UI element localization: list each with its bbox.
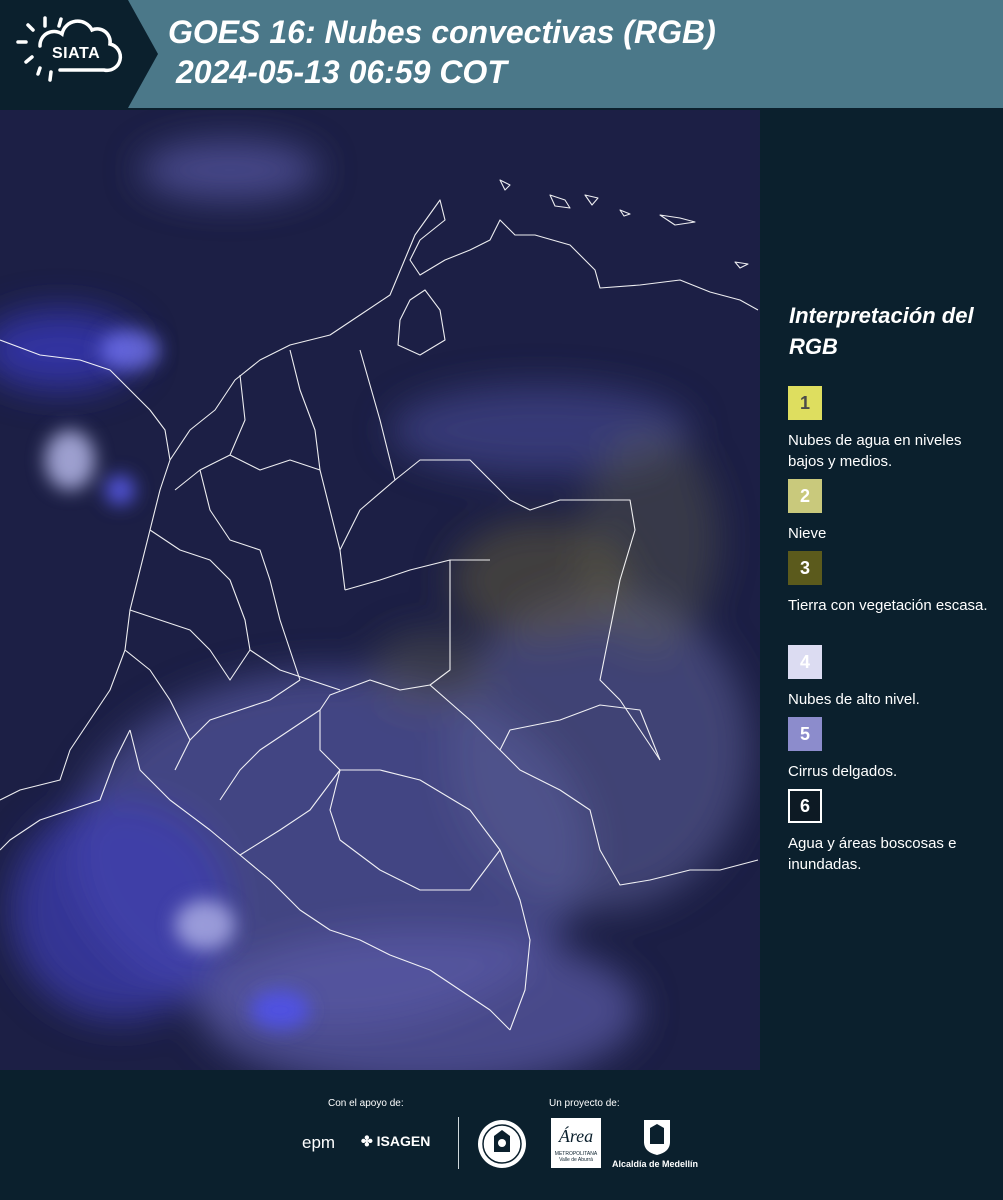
medellin-seal-icon (478, 1120, 526, 1168)
legend-label-4: Nubes de alto nivel. (788, 691, 920, 708)
legend-swatch-6: 6 (788, 789, 822, 823)
legend-label-1: Nubes de agua en niveles bajos y medios. (788, 432, 962, 470)
legend-label-5: Cirrus delgados. (788, 763, 898, 780)
legend-swatch-2: 2 (788, 479, 822, 513)
medellin-shield-icon (644, 1120, 670, 1155)
alcaldia-medellin-label: Alcaldía de Medellín (612, 1159, 699, 1169)
satellite-image (0, 110, 760, 1070)
legend-swatch-3: 3 (788, 551, 822, 585)
legend-item-3: 3 Tierra con vegetación escasa. (788, 551, 988, 616)
legend-swatch-1: 1 (788, 386, 822, 420)
legend-label-2: Nieve (788, 525, 827, 542)
isagen-star-icon: ✤ (361, 1133, 373, 1149)
legend-item-6: 6 Agua y áreas boscosas e inundadas. (788, 789, 988, 875)
legend-item-1: 1 Nubes de agua en niveles bajos y medio… (788, 386, 988, 472)
epm-logo: epm (302, 1133, 336, 1152)
page-subtitle-timestamp: 2024-05-13 06:59 COT (176, 54, 507, 90)
area-logo-sub2: Valle de Aburrá (559, 1157, 593, 1163)
legend-item-4: 4 Nubes de alto nivel. (788, 645, 988, 710)
page-title: GOES 16: Nubes convectivas (RGB) (168, 14, 716, 50)
logo-text: SIATA (52, 45, 101, 62)
project-label: Un proyecto de: (549, 1098, 620, 1109)
isagen-logo: ✤ ISAGEN (361, 1133, 430, 1150)
satellite-map (0, 110, 760, 1070)
legend-title: Interpretación del RGB (789, 303, 974, 359)
area-logo-name: Área (558, 1126, 594, 1146)
legend-item-2: 2 Nieve (788, 479, 988, 544)
support-label: Con el apoyo de: (328, 1098, 404, 1109)
legend-swatch-5: 5 (788, 717, 822, 751)
legend-item-5: 5 Cirrus delgados. (788, 717, 988, 782)
isagen-text: ISAGEN (376, 1133, 431, 1149)
legend-swatch-4: 4 (788, 645, 822, 679)
siata-logo: SIATA (0, 0, 158, 108)
area-metropolitana-logo: Área METROPOLITANA Valle de Aburrá (551, 1118, 601, 1168)
header-bar: SIATA GOES 16: Nubes convectivas (RGB) 2… (0, 0, 1003, 108)
legend-label-6: Agua y áreas boscosas e inundadas. (788, 835, 957, 873)
footer-divider (458, 1117, 459, 1169)
legend-label-3: Tierra con vegetación escasa. (788, 597, 988, 614)
